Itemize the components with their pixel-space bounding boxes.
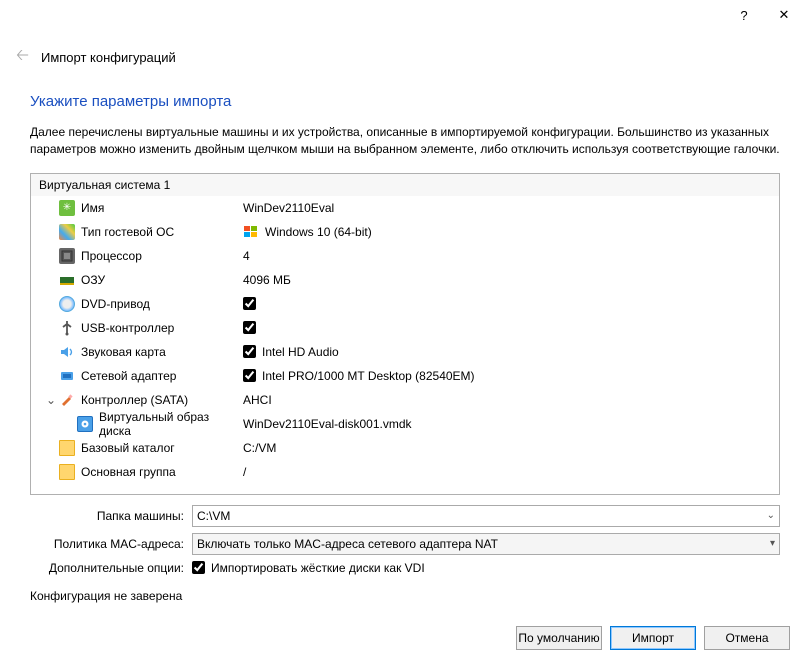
label-ram: ОЗУ [81, 273, 105, 287]
help-button[interactable]: ? [724, 0, 764, 30]
row-dvd[interactable]: DVD-привод [31, 292, 779, 316]
form-area: Папка машины: C:\VM ⌄ Политика MAC-адрес… [0, 495, 810, 585]
folder-icon [59, 440, 75, 456]
label-name: Имя [81, 201, 104, 215]
cancel-button[interactable]: Отмена [704, 626, 790, 650]
import-button[interactable]: Импорт [610, 626, 696, 650]
network-icon [59, 368, 75, 384]
group-icon [59, 464, 75, 480]
checkbox-usb[interactable] [243, 321, 256, 334]
disk-icon [77, 416, 93, 432]
label-machine-folder: Папка машины: [30, 509, 186, 523]
dialog-footer: По умолчанию Импорт Отмена [516, 626, 790, 650]
page-title: Импорт конфигураций [41, 50, 176, 65]
machine-folder-combo[interactable]: C:\VM ⌄ [192, 505, 780, 527]
value-sound: Intel HD Audio [262, 345, 339, 359]
value-disk: WinDev2110Eval-disk001.vmdk [243, 417, 412, 431]
value-name: WinDev2110Eval [243, 201, 334, 215]
value-sata: AHCI [243, 393, 272, 407]
row-ram[interactable]: ОЗУ 4096 МБ [31, 268, 779, 292]
value-base-folder: C:/VM [243, 441, 276, 455]
value-cpu: 4 [243, 249, 250, 263]
label-sound: Звуковая карта [81, 345, 166, 359]
label-import-vdi: Импортировать жёсткие диски как VDI [211, 561, 425, 575]
system-header: Виртуальная система 1 [31, 174, 779, 196]
row-network[interactable]: Сетевой адаптер Intel PRO/1000 MT Deskto… [31, 364, 779, 388]
section-title: Укажите параметры импорта [0, 77, 810, 120]
section-description: Далее перечислены виртуальные машины и и… [0, 120, 810, 169]
value-network: Intel PRO/1000 MT Desktop (82540EM) [262, 369, 475, 383]
row-sata-controller[interactable]: ⌄ Контроллер (SATA) AHCI [31, 388, 779, 412]
name-icon: ✳ [59, 200, 75, 216]
sata-icon [59, 392, 75, 408]
row-sound[interactable]: Звуковая карта Intel HD Audio [31, 340, 779, 364]
label-usb: USB-контроллер [81, 321, 174, 335]
close-button[interactable]: ✕ [764, 0, 804, 30]
value-guest-os: Windows 10 (64-bit) [265, 225, 372, 239]
checkbox-sound[interactable] [243, 345, 256, 358]
label-extra-options: Дополнительные опции: [30, 561, 186, 575]
back-arrow-icon[interactable]: 🡠 [16, 44, 29, 71]
label-network: Сетевой адаптер [81, 369, 176, 383]
checkbox-network[interactable] [243, 369, 256, 382]
row-name[interactable]: ✳ Имя WinDev2110Eval [31, 196, 779, 220]
titlebar: ? ✕ [0, 0, 810, 30]
row-primary-group[interactable]: Основная группа / [31, 460, 779, 484]
value-ram: 4096 МБ [243, 273, 291, 287]
value-group: / [243, 465, 246, 479]
mac-policy-combo[interactable]: Включать только MAC-адреса сетевого адап… [192, 533, 780, 555]
settings-table: Виртуальная система 1 ✳ Имя WinDev2110Ev… [30, 173, 780, 495]
label-guest-os: Тип гостевой ОС [81, 225, 174, 239]
row-base-folder[interactable]: Базовый каталог C:/VM [31, 436, 779, 460]
ostype-icon [59, 224, 75, 240]
machine-folder-value: C:\VM [197, 509, 230, 523]
label-cpu: Процессор [81, 249, 142, 263]
wizard-header: 🡠 Импорт конфигураций [0, 30, 810, 77]
label-base-folder: Базовый каталог [81, 441, 175, 455]
row-cpu[interactable]: Процессор 4 [31, 244, 779, 268]
label-dvd: DVD-привод [81, 297, 150, 311]
dvd-icon [59, 296, 75, 312]
windows-icon [243, 224, 259, 240]
unverified-label: Конфигурация не заверена [0, 585, 810, 603]
checkbox-import-vdi[interactable] [192, 561, 205, 574]
row-disk-image[interactable]: Виртуальный образ диска WinDev2110Eval-d… [31, 412, 779, 436]
chevron-down-icon: ⌄ [767, 510, 775, 521]
row-guest-os[interactable]: Тип гостевой ОС Windows 10 (64-bit) [31, 220, 779, 244]
defaults-button[interactable]: По умолчанию [516, 626, 602, 650]
ram-icon [59, 272, 75, 288]
chevron-down-icon: ▾ [770, 538, 775, 549]
label-sata: Контроллер (SATA) [81, 393, 188, 407]
mac-policy-value: Включать только MAC-адреса сетевого адап… [197, 537, 498, 551]
row-usb[interactable]: USB-контроллер [31, 316, 779, 340]
checkbox-dvd[interactable] [243, 297, 256, 310]
sound-icon [59, 344, 75, 360]
usb-icon [59, 320, 75, 336]
label-mac-policy: Политика MAC-адреса: [30, 537, 186, 551]
label-disk: Виртуальный образ диска [99, 410, 237, 438]
cpu-icon [59, 248, 75, 264]
label-group: Основная группа [81, 465, 176, 479]
